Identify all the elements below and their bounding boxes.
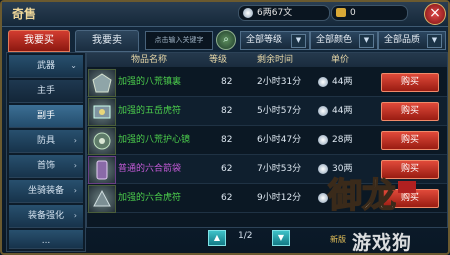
item-name: 加强的五岳虎符 <box>118 106 182 116</box>
item-price-value: 44两 <box>332 106 353 116</box>
header-price: 单价 <box>331 55 350 65</box>
item-icon <box>92 73 112 93</box>
sidebar-item-label: 副手 <box>36 111 55 121</box>
item-price: 44两 <box>318 105 352 117</box>
sidebar-item-label: 武器 <box>36 61 55 71</box>
item-time-left: 7小时53分 <box>257 164 302 174</box>
money-display: 6两67文 <box>238 5 330 21</box>
item-icon <box>93 132 111 150</box>
color-filter-label: 全部颜色 <box>316 35 353 45</box>
item-time-left: 6小时47分 <box>257 135 302 145</box>
item-icon <box>96 160 108 180</box>
item-name: 普通的六合箭袋 <box>118 164 182 174</box>
search-icon: ⌕ <box>223 34 229 45</box>
table-row: 加强的五岳虎符 82 5小时57分 44两 购买 <box>87 97 447 126</box>
sidebar-item-more[interactable]: ... <box>9 230 83 249</box>
quality-filter-label: 全部品质 <box>384 35 421 45</box>
buy-button[interactable]: 购买 <box>381 73 439 92</box>
chevron-right-icon: › <box>73 136 77 145</box>
header-name: 物品名称 <box>131 55 168 65</box>
item-thumbnail[interactable] <box>88 185 116 213</box>
item-level: 62 <box>221 164 233 174</box>
item-level: 82 <box>221 106 233 116</box>
sidebar-item-label: 装备强化 <box>27 211 64 221</box>
buy-button[interactable]: 购买 <box>381 102 439 121</box>
item-thumbnail[interactable] <box>88 127 116 155</box>
chevron-up-icon: ▲ <box>213 233 221 242</box>
sidebar-item-enhance[interactable]: 装备强化 › <box>9 205 83 228</box>
header-level: 等级 <box>209 55 228 65</box>
logo-tag: 新版 <box>330 235 346 244</box>
tab-buy[interactable]: 我要买 <box>8 30 70 52</box>
item-level: 62 <box>221 193 233 203</box>
item-price-value: 44两 <box>332 77 353 87</box>
gold-display: 0 <box>331 5 408 21</box>
item-price: 28两 <box>318 134 352 146</box>
item-time-left: 5小时57分 <box>257 106 302 116</box>
item-level: 82 <box>221 77 233 87</box>
header-time: 剩余时间 <box>257 55 294 65</box>
gold-value: 0 <box>350 8 356 18</box>
item-time-left: 2小时31分 <box>257 77 302 87</box>
logo-text: 御龙 <box>327 176 396 216</box>
chevron-down-icon: ▼ <box>291 34 306 48</box>
item-thumbnail[interactable] <box>88 69 116 97</box>
item-icon <box>93 189 111 207</box>
quality-filter-dropdown[interactable]: 全部品质 ▼ <box>378 31 446 50</box>
item-price-value: 28两 <box>332 135 353 145</box>
sidebar-item-main-hand[interactable]: 主手 <box>9 80 83 103</box>
item-name: 加强的八荒镇裏 <box>118 77 182 87</box>
sidebar-item-mount-gear[interactable]: 坐骑装备 › <box>9 180 83 203</box>
item-time-left: 9小时12分 <box>257 193 302 203</box>
silver-coin-icon <box>318 105 328 116</box>
item-thumbnail[interactable] <box>88 156 116 184</box>
sidebar-item-weapon[interactable]: 武器 ⌄ <box>9 55 83 78</box>
item-thumbnail[interactable] <box>88 98 116 126</box>
sidebar-item-label: 防具 <box>36 136 55 146</box>
chevron-down-icon: ⌄ <box>70 61 77 70</box>
chevron-right-icon: › <box>73 186 77 195</box>
search-input[interactable]: 点击输入关键字 <box>145 31 213 50</box>
chevron-down-icon: ▼ <box>427 34 442 48</box>
sidebar-item-label: 坐骑装备 <box>27 186 64 196</box>
page-prev-button[interactable]: ▲ <box>208 230 226 246</box>
item-name: 加强的六合虎符 <box>118 193 182 203</box>
close-icon: × <box>429 5 441 21</box>
table-row: 加强的八荒镇裏 82 2小时31分 44两 购买 <box>87 68 447 97</box>
sidebar-item-label: 主手 <box>36 86 55 96</box>
silver-coin-icon <box>318 76 328 87</box>
gold-ingot-icon <box>336 8 346 17</box>
item-name: 加强的八荒护心镜 <box>118 135 191 145</box>
sidebar-item-label: 首饰 <box>36 161 55 171</box>
chevron-down-icon: ▼ <box>359 34 374 48</box>
logo-seal <box>398 181 416 193</box>
item-icon <box>93 105 111 119</box>
table-row: 加强的八荒护心镜 82 6小时47分 28两 购买 <box>87 126 447 155</box>
sidebar-item-armor[interactable]: 防具 › <box>9 130 83 153</box>
silver-coin-icon <box>318 134 328 145</box>
color-filter-dropdown[interactable]: 全部颜色 ▼ <box>310 31 378 50</box>
site-watermark: 游戏狗 <box>352 232 413 254</box>
search-button[interactable]: ⌕ <box>216 30 236 50</box>
silver-coin-icon <box>243 8 253 18</box>
item-level: 82 <box>221 135 233 145</box>
sidebar-item-label: ... <box>41 236 51 246</box>
window-title: 奇售 <box>12 7 37 21</box>
close-button[interactable]: × <box>424 3 446 25</box>
sidebar-item-off-hand[interactable]: 副手 <box>9 105 83 128</box>
tab-sell[interactable]: 我要卖 <box>75 30 139 52</box>
table-header: 物品名称 等级 剩余时间 单价 <box>87 53 447 67</box>
category-sidebar: 武器 ⌄ 主手 副手 防具 › 首饰 › 坐骑装备 › 装备强化 › ... <box>6 52 86 252</box>
sidebar-item-jewelry[interactable]: 首饰 › <box>9 155 83 178</box>
page-indicator: 1/2 <box>238 231 253 241</box>
chevron-down-icon: ▼ <box>277 233 285 242</box>
buy-button[interactable]: 购买 <box>381 131 439 150</box>
money-value: 6两67文 <box>257 8 293 18</box>
level-filter-dropdown[interactable]: 全部等级 ▼ <box>240 31 310 50</box>
level-filter-label: 全部等级 <box>246 35 283 45</box>
item-price: 44两 <box>318 76 352 88</box>
chevron-right-icon: › <box>73 211 77 220</box>
chevron-right-icon: › <box>73 161 77 170</box>
page-next-button[interactable]: ▼ <box>272 230 290 246</box>
